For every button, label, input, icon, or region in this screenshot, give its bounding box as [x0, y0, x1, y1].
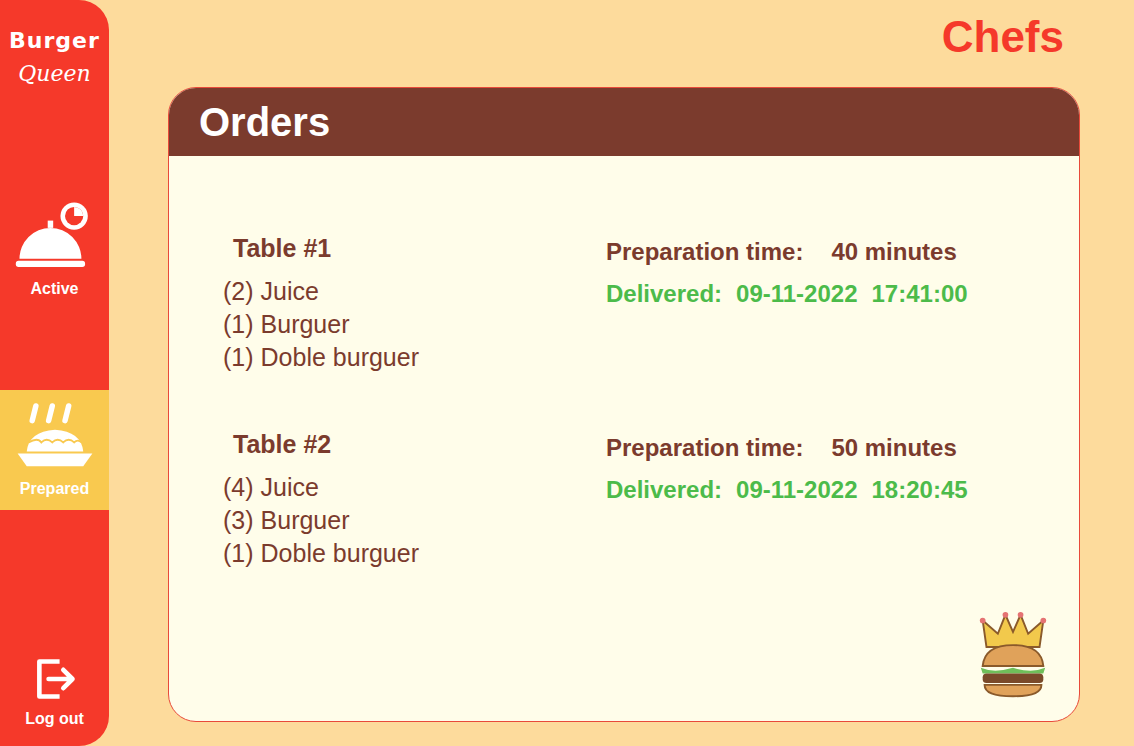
item-qty: (1)	[223, 341, 254, 374]
order-status: Preparation time: 40 minutes Delivered: 09-…	[606, 234, 1059, 374]
sidebar-item-label: Active	[30, 280, 78, 298]
order-items: Table #2 (4)Juice(3)Burguer(1)Doble burgu…	[223, 430, 606, 570]
sidebar-item[interactable]: Prepared	[0, 390, 109, 510]
order-line: (3)Burguer	[223, 504, 606, 537]
order-line: (1)Doble burguer	[223, 537, 606, 570]
item-name: Doble burguer	[261, 537, 419, 570]
panel-title: Orders	[199, 100, 330, 145]
role-title: Chefs	[942, 12, 1064, 62]
cloche-clock-icon	[14, 200, 96, 274]
order-line: (1)Burguer	[223, 308, 606, 341]
delivered-date: 09-11-2022	[736, 476, 857, 504]
delivered-label: Delivered:	[606, 280, 722, 308]
prep-time: Preparation time: 40 minutes	[606, 238, 1059, 266]
crowned-burger-icon	[975, 611, 1051, 701]
item-qty: (1)	[223, 537, 254, 570]
orders-panel: OrdersTable #1(2)Juice(1)Burguer(1)Doble…	[168, 87, 1080, 722]
prep-label: Preparation time:	[606, 238, 803, 266]
item-qty: (4)	[223, 471, 254, 504]
order-list: Table #1(2)Juice(1)Burguer(1)Doble burgu…	[169, 156, 1079, 570]
table-name: Table #1	[223, 234, 606, 263]
item-qty: (3)	[223, 504, 254, 537]
logout-icon	[32, 654, 78, 704]
sidebar: Burger Queen Active Prepared Log out	[0, 0, 109, 746]
nav-list: Active Prepared	[0, 190, 109, 510]
logout-label: Log out	[25, 710, 84, 728]
delivered-time: Delivered: 09-11-2022 18:20:45	[606, 476, 1059, 504]
brand-line: Queen	[18, 61, 90, 86]
item-name: Doble burguer	[261, 341, 419, 374]
brand-line: Burger	[9, 28, 100, 53]
item-name: Burguer	[261, 504, 350, 537]
prep-value: 50 minutes	[831, 434, 956, 462]
order-line: (1)Doble burguer	[223, 341, 606, 374]
delivered-time: Delivered: 09-11-2022 17:41:00	[606, 280, 1059, 308]
order-line: (2)Juice	[223, 275, 606, 308]
delivered-clock: 18:20:45	[872, 476, 968, 504]
table-name: Table #2	[223, 430, 606, 459]
logout-button[interactable]: Log out	[0, 654, 109, 746]
order-status: Preparation time: 50 minutes Delivered: 09-…	[606, 430, 1059, 570]
item-qty: (1)	[223, 308, 254, 341]
sidebar-item[interactable]: Active	[0, 190, 109, 310]
brand-logo[interactable]: Burger Queen	[0, 0, 109, 190]
order-line: (4)Juice	[223, 471, 606, 504]
delivered-clock: 17:41:00	[872, 280, 968, 308]
top-bar: Chefs	[168, 0, 1080, 87]
delivered-date: 09-11-2022	[736, 280, 857, 308]
main-area: ChefsOrdersTable #1(2)Juice(1)Burguer(1)…	[109, 0, 1134, 746]
item-name: Juice	[261, 471, 319, 504]
prep-time: Preparation time: 50 minutes	[606, 434, 1059, 462]
item-name: Juice	[261, 275, 319, 308]
order-card[interactable]: Table #1(2)Juice(1)Burguer(1)Doble burgu…	[223, 234, 1059, 374]
chef-page: Burger Queen Active Prepared Log out Chefs Ord…	[0, 0, 1134, 746]
prep-value: 40 minutes	[831, 238, 956, 266]
delivered-label: Delivered:	[606, 476, 722, 504]
sidebar-item-label: Prepared	[20, 480, 89, 498]
prep-label: Preparation time:	[606, 434, 803, 462]
item-name: Burguer	[261, 308, 350, 341]
panel-footer	[169, 611, 1079, 721]
panel-header: Orders	[169, 88, 1079, 156]
item-qty: (2)	[223, 275, 254, 308]
order-card[interactable]: Table #2 (4)Juice(3)Burguer(1)Doble burgu…	[223, 430, 1059, 570]
hot-dish-icon	[14, 400, 96, 474]
order-items: Table #1(2)Juice(1)Burguer(1)Doble burgu…	[223, 234, 606, 374]
